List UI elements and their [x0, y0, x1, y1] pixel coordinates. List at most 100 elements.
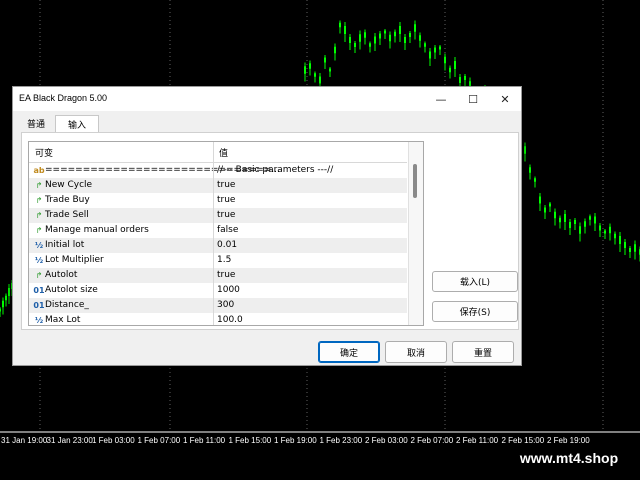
table-row[interactable]: ab ==============================...//---…	[29, 163, 407, 178]
parameter-value[interactable]: true	[217, 210, 235, 220]
candle-body	[539, 196, 541, 204]
candle-body	[544, 207, 546, 213]
tab-common[interactable]: 普通	[21, 116, 51, 131]
parameter-value[interactable]: true	[217, 180, 235, 190]
watermark: www.mt4.shop	[498, 445, 640, 471]
save-button[interactable]: 保存(S)	[432, 301, 518, 322]
ok-button[interactable]: 确定	[318, 341, 380, 363]
inputs-tab-pane: 可变 值 ab ==============================...…	[21, 132, 519, 330]
table-row[interactable]: 01 Autolot size 1000	[29, 283, 407, 298]
title-bar[interactable]: EA Black Dragon 5.00 — ☐ ✕	[13, 87, 521, 111]
close-button[interactable]: ✕	[489, 87, 521, 111]
candle-body	[409, 33, 411, 37]
candle-body	[549, 203, 551, 207]
parameter-value[interactable]: 300	[217, 300, 234, 310]
table-row[interactable]: ↱ Trade Sell true	[29, 208, 407, 223]
parameter-value[interactable]: true	[217, 195, 235, 205]
candle-body	[384, 30, 386, 34]
bool-arrow-icon: ↱	[35, 181, 43, 190]
parameter-value[interactable]: //--- Basic parameters ---//	[217, 165, 333, 175]
parameter-value[interactable]: 100.0	[217, 315, 243, 325]
table-row[interactable]: ½ Lot Multiplier 1.5	[29, 253, 407, 268]
candle-body	[359, 34, 361, 42]
int-icon: 01	[33, 286, 45, 295]
bool-arrow-icon: ↱	[35, 196, 43, 205]
time-tick-label: 1 Feb 07:00	[137, 436, 181, 445]
parameter-name: Initial lot	[45, 240, 85, 250]
parameter-value[interactable]: 1000	[217, 285, 240, 295]
candle-body	[354, 43, 356, 47]
column-header-variable[interactable]: 可变	[35, 146, 53, 159]
candle-body	[444, 56, 446, 64]
maximize-button[interactable]: ☐	[457, 87, 489, 111]
int-icon: 01	[33, 301, 45, 310]
candle-body	[309, 63, 311, 69]
time-tick-label: 1 Feb 11:00	[183, 436, 226, 445]
candle-body	[2, 300, 4, 308]
candle-body	[554, 211, 556, 219]
candle-body	[339, 22, 341, 28]
minimize-button[interactable]: —	[425, 87, 457, 111]
inputs-grid: 可变 值 ab ==============================...…	[28, 141, 424, 326]
candle-body	[389, 34, 391, 42]
parameter-name: Trade Buy	[45, 195, 90, 205]
bool-arrow-icon: ↱	[35, 211, 43, 220]
candle-body	[579, 226, 581, 234]
candle-body	[319, 76, 321, 84]
double-icon: ½	[34, 241, 44, 250]
time-tick-label: 2 Feb 03:00	[365, 436, 408, 445]
time-tick-label: 31 Jan 23:00	[46, 436, 93, 445]
candle-body	[369, 43, 371, 47]
parameter-name: Distance_	[45, 300, 89, 310]
tab-inputs[interactable]: 输入	[55, 115, 99, 133]
candle-body	[459, 77, 461, 83]
candle-body	[599, 225, 601, 231]
parameter-value[interactable]: false	[217, 225, 238, 235]
candle-body	[5, 295, 7, 301]
table-row[interactable]: 01 Distance_ 300	[29, 298, 407, 313]
table-row[interactable]: ↱ Autolot true	[29, 268, 407, 283]
candle-body	[524, 146, 526, 154]
table-row[interactable]: ↱ Manage manual orders false	[29, 223, 407, 238]
dialog-title: EA Black Dragon 5.00	[19, 93, 108, 103]
cancel-button[interactable]: 取消	[385, 341, 447, 363]
candle-body	[0, 308, 1, 312]
time-tick-label: 1 Feb 19:00	[274, 436, 317, 445]
ab-icon: ab	[33, 166, 45, 175]
table-row[interactable]: ½ Initial lot 0.01	[29, 238, 407, 253]
candle-body	[454, 61, 456, 69]
candle-body	[394, 31, 396, 37]
candle-body	[634, 244, 636, 252]
bool-arrow-icon: ↱	[35, 226, 43, 235]
parameter-value[interactable]: 1.5	[217, 255, 231, 265]
column-header-value[interactable]: 值	[219, 146, 228, 159]
vertical-scrollbar[interactable]	[408, 142, 423, 325]
parameter-name: Lot Multiplier	[45, 255, 104, 265]
candle-body	[619, 236, 621, 244]
parameter-name: Max Lot	[45, 315, 81, 325]
candle-body	[464, 76, 466, 80]
candle-body	[439, 46, 441, 50]
candle-body	[364, 32, 366, 38]
candle-body	[419, 35, 421, 41]
parameter-value[interactable]: 0.01	[217, 240, 237, 250]
candle-body	[614, 233, 616, 239]
candle-body	[574, 220, 576, 224]
ea-properties-dialog: EA Black Dragon 5.00 — ☐ ✕ 普通 输入 可变 值 ab…	[12, 86, 522, 366]
scrollbar-thumb[interactable]	[413, 164, 417, 198]
candle-body	[314, 73, 316, 77]
candle-body	[449, 67, 451, 73]
candle-body	[414, 24, 416, 32]
reset-button[interactable]: 重置	[452, 341, 514, 363]
parameter-value[interactable]: true	[217, 270, 235, 280]
candle-body	[434, 47, 436, 53]
table-row[interactable]: ↱ New Cycle true	[29, 178, 407, 193]
candle-body	[374, 36, 376, 44]
table-row[interactable]: ↱ Trade Buy true	[29, 193, 407, 208]
table-row[interactable]: ½ Max Lot 100.0	[29, 313, 407, 325]
candle-body	[379, 33, 381, 39]
load-button[interactable]: 载入(L)	[432, 271, 518, 292]
candle-body	[534, 178, 536, 182]
time-tick-label: 2 Feb 07:00	[410, 436, 454, 445]
candle-body	[604, 230, 606, 234]
